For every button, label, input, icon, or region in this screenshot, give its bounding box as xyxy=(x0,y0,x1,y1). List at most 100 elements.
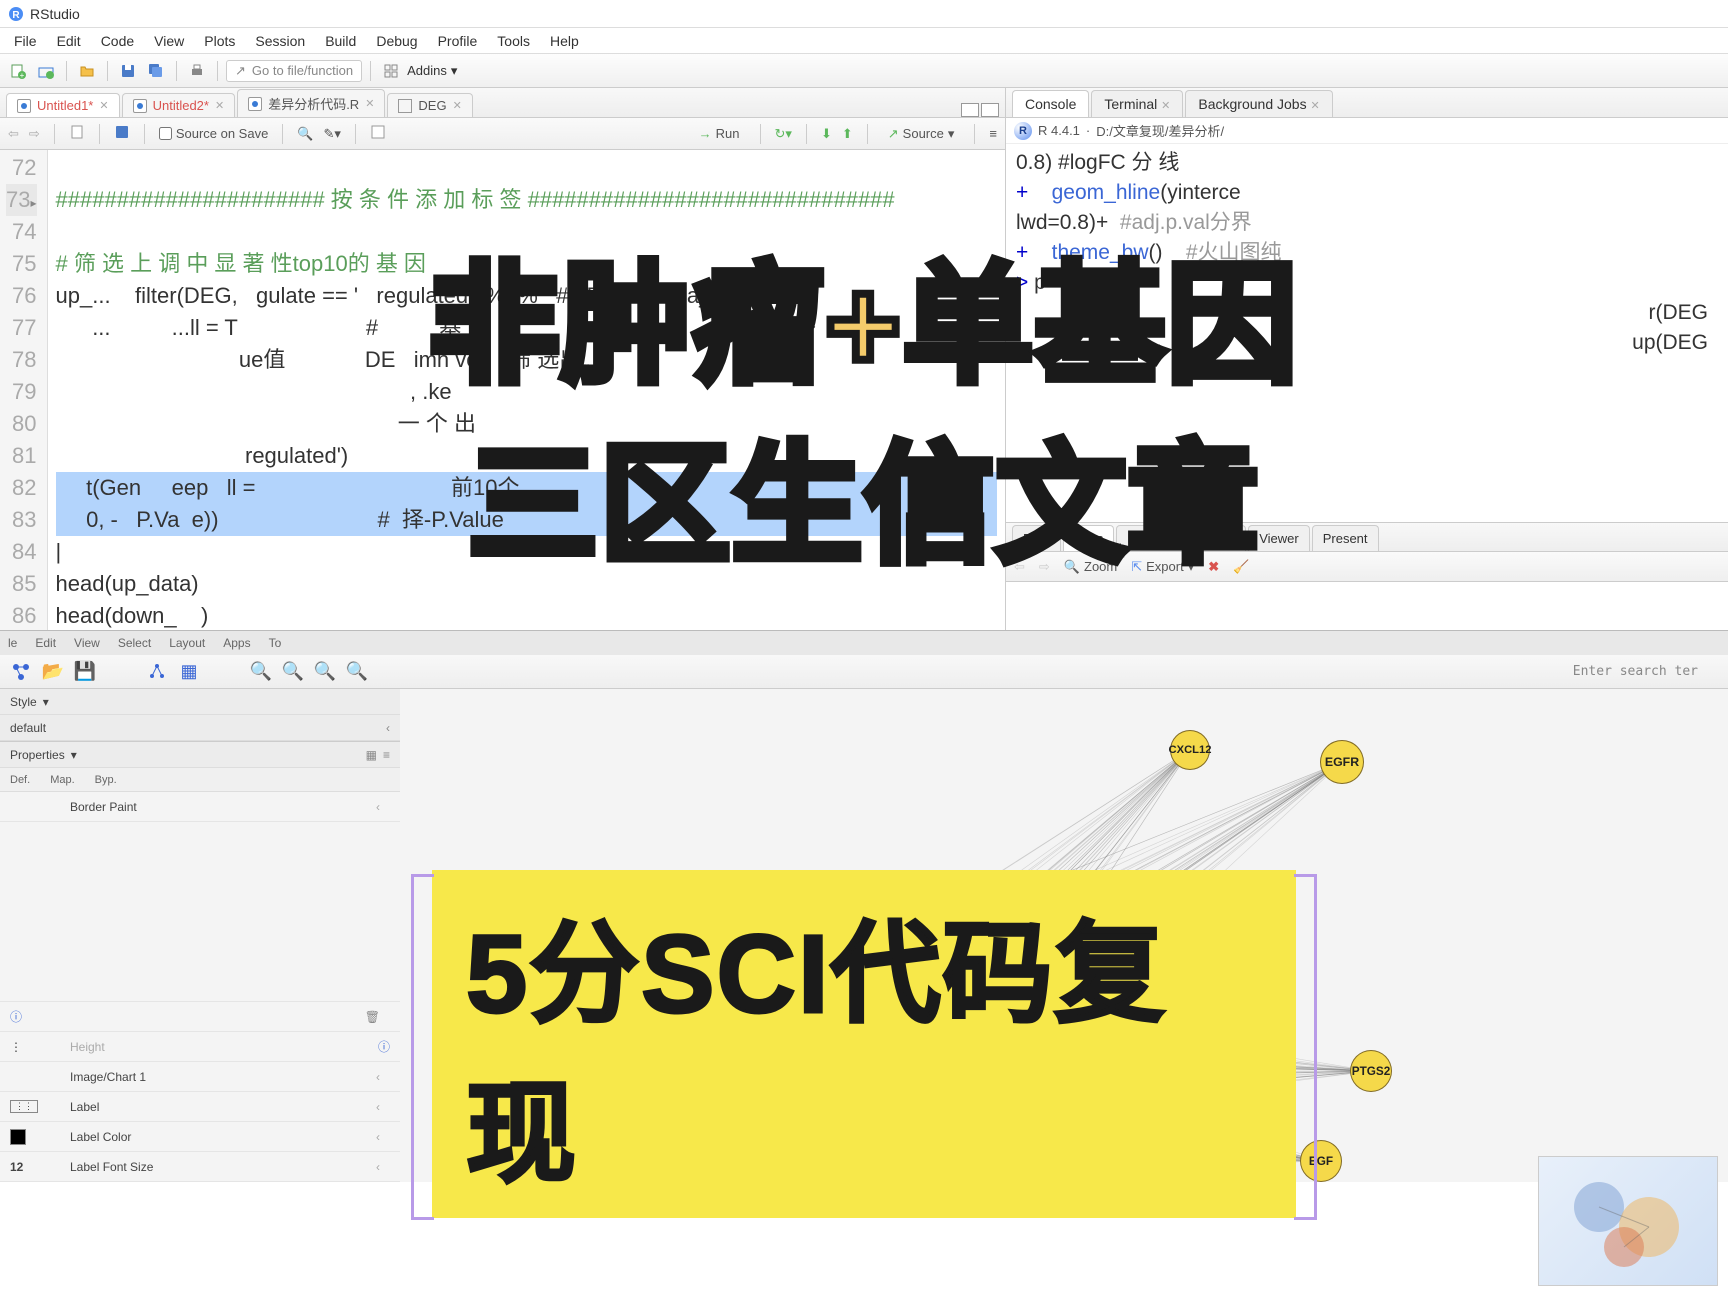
addins-dropdown[interactable]: Addins ▾ xyxy=(407,63,457,79)
tab-console[interactable]: Console xyxy=(1012,90,1089,117)
clear-plots-button[interactable]: 🧹 xyxy=(1233,559,1249,575)
menu-edit[interactable]: Edit xyxy=(47,33,91,49)
zoom-out-icon[interactable]: 🔍 xyxy=(282,661,304,683)
chevron-left-icon: ‹ xyxy=(376,800,390,814)
save-button[interactable] xyxy=(114,124,130,143)
grid-button[interactable] xyxy=(379,59,403,83)
minimize-pane-icon[interactable] xyxy=(961,103,979,117)
info-icon[interactable]: ⓘ xyxy=(378,1038,390,1055)
mini-chart-preview xyxy=(1538,1156,1718,1286)
close-icon[interactable]: ✕ xyxy=(365,97,374,110)
save-icon[interactable]: 💾 xyxy=(74,661,96,683)
menu-build[interactable]: Build xyxy=(315,33,366,49)
menu-debug[interactable]: Debug xyxy=(366,33,427,49)
next-plot-button[interactable]: ⇨ xyxy=(1039,559,1050,575)
grid-icon[interactable]: ▦ xyxy=(366,748,377,762)
menu-profile[interactable]: Profile xyxy=(428,33,488,49)
goto-file-input[interactable]: ↗ Go to file/function xyxy=(226,60,362,82)
close-icon[interactable]: ✕ xyxy=(99,99,108,112)
forward-button[interactable]: ⇨ xyxy=(29,126,40,142)
prop-border-paint[interactable]: Border Paint ‹ xyxy=(0,792,400,822)
style-header[interactable]: Style ▾ xyxy=(0,689,400,715)
back-button[interactable]: ⇦ xyxy=(8,126,19,142)
source-on-save-checkbox[interactable]: Source on Save xyxy=(159,126,269,141)
menu-tools[interactable]: Tools xyxy=(487,33,540,49)
prop-image-chart[interactable]: Image/Chart 1 ‹ xyxy=(0,1062,400,1092)
tab-analysis-r[interactable]: 差异分析代码.R ✕ xyxy=(237,89,385,117)
r-file-icon xyxy=(133,99,147,113)
source-button[interactable]: ↗ Source ▾ xyxy=(882,124,961,144)
prop-label-font-size[interactable]: 12 Label Font Size ‹ xyxy=(0,1152,400,1182)
go-up-button[interactable]: ⬆ xyxy=(842,126,853,142)
tab-files[interactable]: Files xyxy=(1012,525,1061,551)
prop-label[interactable]: ⋮⋮ Label ‹ xyxy=(0,1092,400,1122)
data-icon xyxy=(398,99,412,113)
network-node[interactable]: EGFR xyxy=(1320,740,1364,784)
wand-button[interactable]: ✎▾ xyxy=(324,126,341,142)
code-content[interactable]: ###################### 按 条 件 添 加 标 签 ###… xyxy=(48,150,1005,698)
code-editor[interactable]: 72 73▸ 74 75 76 77 78 79 80 81 82 83 84 … xyxy=(0,150,1005,698)
tab-present[interactable]: Present xyxy=(1312,525,1379,551)
menu-help[interactable]: Help xyxy=(540,33,589,49)
print-button[interactable] xyxy=(185,59,209,83)
zoom-button[interactable]: 🔍 Zoom xyxy=(1064,559,1117,575)
network-node[interactable]: CXCL12 xyxy=(1170,730,1210,770)
tree-icon[interactable] xyxy=(146,661,168,683)
list-icon[interactable]: ≡ xyxy=(383,748,390,762)
table-icon[interactable]: ▦ xyxy=(178,661,200,683)
menu-plots[interactable]: Plots xyxy=(194,33,245,49)
menu-code[interactable]: Code xyxy=(91,33,144,49)
maximize-pane-icon[interactable] xyxy=(981,103,999,117)
save-all-button[interactable] xyxy=(144,59,168,83)
zoom-reset-icon[interactable]: 🔍 xyxy=(346,661,368,683)
prop-label-color[interactable]: Label Color ‹ xyxy=(0,1122,400,1152)
search-input[interactable]: Enter search ter xyxy=(1573,664,1718,679)
tab-untitled2[interactable]: Untitled2* ✕ xyxy=(122,93,236,117)
open-icon[interactable]: 📂 xyxy=(42,661,64,683)
menu-session[interactable]: Session xyxy=(245,33,315,49)
overlay-title-3: 5分SCI代码复现 xyxy=(466,884,1262,1204)
outline-button[interactable]: ≡ xyxy=(989,126,997,141)
info-icon[interactable]: ⓘ xyxy=(10,1008,22,1025)
tab-terminal[interactable]: Terminal ✕ xyxy=(1091,90,1183,117)
tab-untitled1[interactable]: Untitled1* ✕ xyxy=(6,93,120,117)
tab-packages[interactable]: Packages xyxy=(1116,525,1195,551)
new-file-button[interactable]: + xyxy=(6,59,30,83)
open-file-button[interactable] xyxy=(75,59,99,83)
menu-view[interactable]: View xyxy=(144,33,194,49)
tab-deg[interactable]: DEG ✕ xyxy=(387,93,472,117)
run-icon: → xyxy=(699,126,712,141)
trash-icon[interactable]: 🗑 xyxy=(365,1010,380,1024)
tab-help[interactable]: Help xyxy=(1197,525,1246,551)
style-value[interactable]: default ‹ xyxy=(0,715,400,741)
lower-menubar: le Edit View Select Layout Apps To xyxy=(0,631,1728,655)
tab-plots[interactable]: Plots xyxy=(1063,525,1114,551)
network-icon[interactable] xyxy=(10,661,32,683)
prop-height[interactable]: ⋮ Height ⓘ xyxy=(0,1032,400,1062)
prop-spacer xyxy=(0,822,400,1002)
properties-header[interactable]: Properties ▾ ▦ ≡ xyxy=(0,742,400,768)
go-down-button[interactable]: ⬇ xyxy=(821,126,832,142)
save-button[interactable] xyxy=(116,59,140,83)
menu-file[interactable]: File xyxy=(4,33,47,49)
tab-bgjobs[interactable]: Background Jobs ✕ xyxy=(1185,90,1332,117)
close-icon[interactable]: ✕ xyxy=(215,99,224,112)
prev-plot-button[interactable]: ⇦ xyxy=(1014,559,1025,575)
run-button[interactable]: → Run xyxy=(693,124,746,143)
rerun-button[interactable]: ↻▾ xyxy=(775,126,792,142)
props-columns: Def. Map. Byp. xyxy=(0,768,400,792)
export-button[interactable]: ⇱ Export ▾ xyxy=(1131,559,1194,575)
find-button[interactable]: 🔍 xyxy=(297,126,313,142)
tab-viewer[interactable]: Viewer xyxy=(1248,525,1310,551)
plots-toolbar: ⇦ ⇨ 🔍 Zoom ⇱ Export ▾ ✖ 🧹 xyxy=(1006,552,1728,582)
zoom-fit-icon[interactable]: 🔍 xyxy=(314,661,336,683)
compile-button[interactable] xyxy=(370,124,386,143)
close-icon[interactable]: ✕ xyxy=(453,99,462,112)
new-project-button[interactable] xyxy=(34,59,58,83)
network-node[interactable]: PTGS2 xyxy=(1350,1050,1392,1092)
remove-plot-button[interactable]: ✖ xyxy=(1208,559,1219,575)
console-output[interactable]: 0.8) #logFC 分 线 + geom_hline(yinterce lw… xyxy=(1006,144,1728,362)
zoom-in-icon[interactable]: 🔍 xyxy=(250,661,272,683)
show-document-button[interactable] xyxy=(69,124,85,143)
rstudio-logo-icon: R xyxy=(8,6,24,22)
